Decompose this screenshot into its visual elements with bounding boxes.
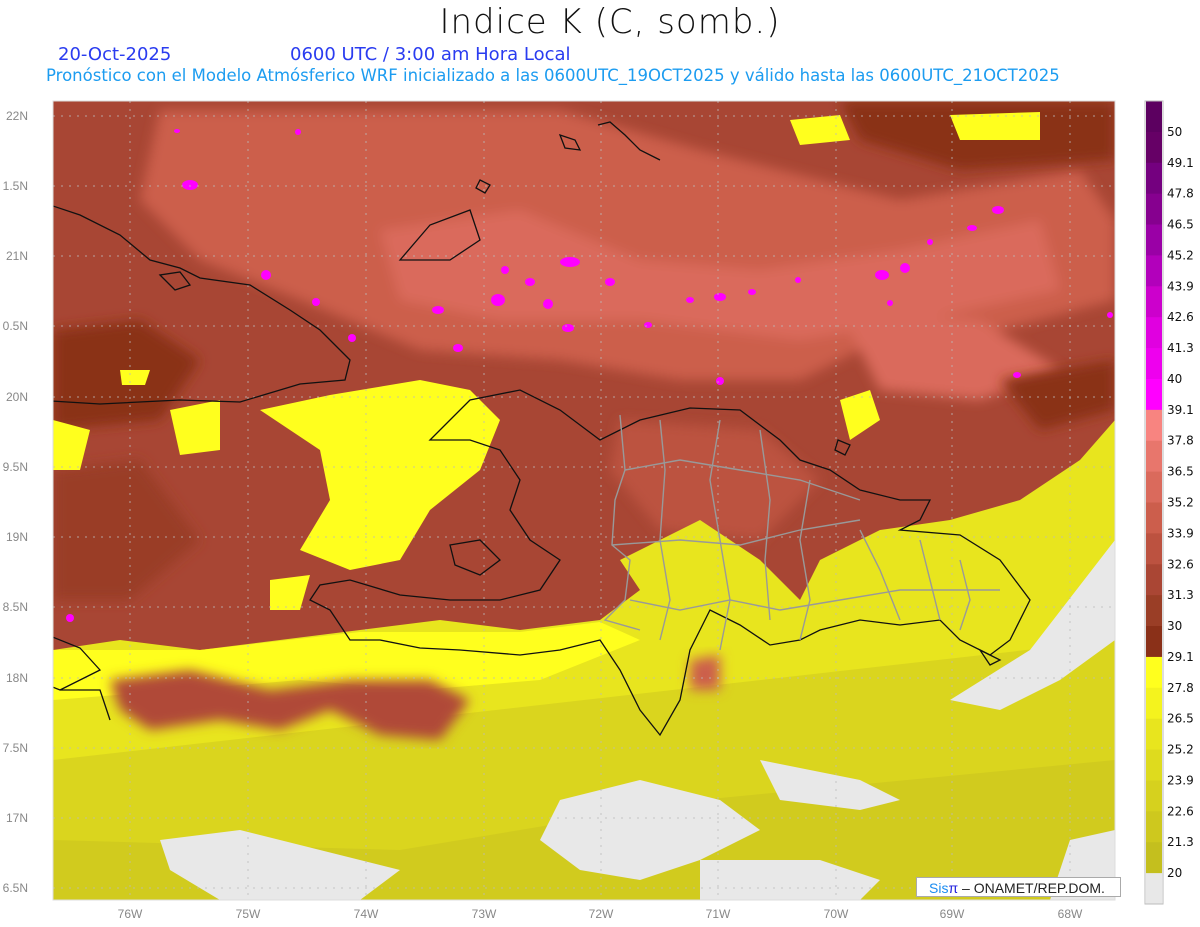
colorbar-label: 27.8 [1167, 681, 1194, 695]
colorbar-label: 32.6 [1167, 557, 1194, 571]
lon-label: 68W [1058, 907, 1083, 921]
lon-label: 69W [940, 907, 965, 921]
lat-label: 7.5N [3, 741, 28, 755]
lat-label: 21N [6, 249, 28, 263]
lon-label: 72W [589, 907, 614, 921]
colorbar-bin [1146, 193, 1162, 226]
colorbar-bin [1146, 780, 1162, 812]
colorbar-label: 39.1 [1167, 403, 1194, 417]
colorbar-bin [1146, 101, 1162, 133]
colorbar-label: 31.3 [1167, 588, 1194, 602]
colorbar-bin [1146, 162, 1162, 195]
credit-text: – ONAMET/REP.DOM. [958, 880, 1105, 896]
colorbar-label: 36.5 [1167, 465, 1194, 479]
colorbar-bin [1146, 656, 1162, 689]
colorbar-label: 21.3 [1167, 835, 1194, 849]
colorbar-bin [1146, 533, 1162, 565]
lat-label: 1.5N [3, 179, 28, 193]
lon-label: 76W [118, 907, 143, 921]
lat-label: 18N [6, 671, 28, 685]
credit-box: Sisπ – ONAMET/REP.DOM. [916, 877, 1121, 897]
colorbar-label: 49.1 [1167, 156, 1194, 170]
colorbar-bin [1146, 317, 1162, 349]
colorbar-label: 45.2 [1167, 248, 1194, 262]
colorbar-label: 46.5 [1167, 218, 1194, 232]
colorbar-bin [1146, 564, 1162, 596]
credit-sis: Sis [929, 880, 949, 896]
colorbar-bin [1146, 348, 1162, 380]
lat-label: 17N [6, 811, 28, 825]
colorbar-bin [1146, 873, 1162, 905]
colorbar-label: 47.8 [1167, 187, 1194, 201]
lat-label: 22N [6, 109, 28, 123]
lon-label: 75W [236, 907, 261, 921]
lon-label: 71W [706, 907, 731, 921]
colorbar-label: 42.6 [1167, 310, 1194, 324]
lat-label: 19N [6, 530, 28, 544]
colorbar-bin [1146, 255, 1162, 287]
colorbar-label: 20 [1167, 866, 1182, 880]
colorbar-label: 50 [1167, 125, 1182, 139]
colorbar-bin [1146, 718, 1162, 751]
colorbar-bin [1146, 626, 1162, 658]
colorbar-label: 29.1 [1167, 650, 1194, 664]
lat-label: 8.5N [3, 600, 28, 614]
colorbar-label: 23.9 [1167, 773, 1194, 787]
lat-label: 20N [6, 390, 28, 404]
colorbar-label: 30 [1167, 619, 1182, 633]
colorbar-bin [1146, 440, 1162, 473]
colorbar-bin [1146, 131, 1162, 164]
lon-label: 74W [354, 907, 379, 921]
colorbar-label: 25.2 [1167, 743, 1194, 757]
colorbar: 50 49.1 47.8 46.5 45.2 43.9 42.6 41.3 40 39.1 37.8… [1144, 100, 1194, 905]
colorbar-label: 41.3 [1167, 341, 1194, 355]
map-field [53, 101, 1115, 900]
colorbar-bin [1146, 286, 1162, 318]
colorbar-bin [1146, 378, 1162, 411]
colorbar-bin [1146, 749, 1162, 781]
colorbar-bin [1146, 409, 1162, 442]
colorbar-label: 37.8 [1167, 434, 1194, 448]
colorbar-label: 26.5 [1167, 712, 1194, 726]
pi-logo: π [948, 880, 959, 896]
colorbar-bin [1146, 224, 1162, 256]
lat-axis: 22N 1.5N 21N 0.5N 20N 9.5N 19N 8.5N 18N … [3, 109, 28, 895]
colorbar-bin [1146, 502, 1162, 534]
colorbar-label: 22.6 [1167, 804, 1194, 818]
colorbar-bin [1146, 687, 1162, 720]
colorbar-label: 40 [1167, 372, 1182, 386]
colorbar-label: 35.2 [1167, 496, 1194, 510]
lat-label: 0.5N [3, 319, 28, 333]
colorbar-bin [1146, 811, 1162, 843]
colorbar-label: 33.9 [1167, 526, 1194, 540]
lon-axis: 76W 75W 74W 73W 72W 71W 70W 69W 68W [118, 907, 1083, 921]
k-index-map: 76W 75W 74W 73W 72W 71W 70W 69W 68W 22N … [3, 100, 1194, 921]
colorbar-label: 43.9 [1167, 279, 1194, 293]
lon-label: 73W [472, 907, 497, 921]
lon-label: 70W [824, 907, 849, 921]
colorbar-bin [1146, 842, 1162, 874]
colorbar-bin [1146, 595, 1162, 627]
lat-label: 6.5N [3, 881, 28, 895]
colorbar-bin [1146, 471, 1162, 503]
lat-label: 9.5N [3, 460, 28, 474]
